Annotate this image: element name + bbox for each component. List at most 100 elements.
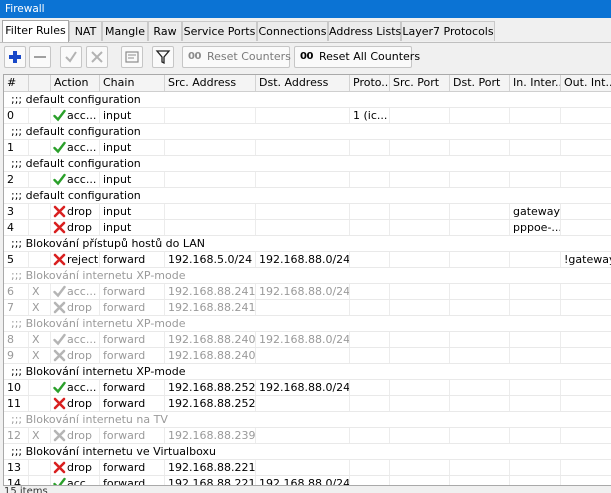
table-row[interactable]: 3 drop input gateway — [4, 204, 611, 220]
col-out-interface[interactable]: Out. Int... — [561, 75, 611, 91]
table-row[interactable]: 7 Xdrop forward 192.168.88.241 — [4, 300, 611, 316]
cell-action: drop — [51, 300, 100, 315]
cell-protocol — [350, 140, 390, 155]
col-src-port[interactable]: Src. Port — [390, 75, 450, 91]
cell-protocol — [350, 332, 390, 347]
reset-all-counters-button[interactable]: 00 Reset All Counters — [294, 46, 420, 68]
tab-nat[interactable]: NAT — [69, 21, 102, 41]
cell-src-port — [390, 220, 450, 235]
col-number[interactable]: # — [4, 75, 29, 91]
table-row[interactable]: 13 drop forward 192.168.88.221 — [4, 460, 611, 476]
drop-x-icon — [53, 301, 66, 314]
comment-row[interactable]: ;;; Blokování internetu na TV — [4, 412, 611, 428]
rule-comment: ;;; Blokování internetu XP-mode — [11, 317, 186, 330]
comment-row[interactable]: ;;; Blokování internetu XP-mode — [4, 364, 611, 380]
tab-mangle[interactable]: Mangle — [102, 21, 148, 41]
cell-out-interface — [561, 428, 611, 443]
cell-protocol — [350, 204, 390, 219]
cell-dst-port — [450, 108, 510, 123]
counter-reset-icon: 00 — [188, 51, 201, 62]
comment-row[interactable]: ;;; default configuration — [4, 156, 611, 172]
filter-button[interactable] — [152, 46, 174, 68]
cell-flag — [29, 108, 51, 123]
col-chain[interactable]: Chain — [100, 75, 165, 91]
cell-dst-port — [450, 332, 510, 347]
x-icon — [91, 51, 103, 63]
drop-x-icon — [53, 349, 66, 362]
table-row[interactable]: 6 Xacc... forward 192.168.88.241 192.168.88.… — [4, 284, 611, 300]
cell-src-port — [390, 284, 450, 299]
tab-filter-rules[interactable]: Filter Rules — [2, 20, 69, 42]
disable-button[interactable] — [86, 46, 108, 68]
cell-number: 12 — [4, 428, 29, 443]
comment-row[interactable]: ;;; default configuration — [4, 124, 611, 140]
cell-action: acc... — [51, 332, 100, 347]
cell-src-address: 192.168.88.252 — [165, 396, 256, 411]
cell-flag — [29, 380, 51, 395]
table-row[interactable]: 4 drop input pppoe-... — [4, 220, 611, 236]
rule-comment: ;;; default configuration — [11, 157, 141, 170]
tab-connections[interactable]: Connections — [257, 21, 328, 41]
cell-dst-address — [256, 428, 350, 443]
comment-row[interactable]: ;;; Blokování internetu XP-mode — [4, 316, 611, 332]
cell-src-port — [390, 300, 450, 315]
drop-x-icon — [53, 253, 66, 266]
tab-address-lists[interactable]: Address Lists — [328, 21, 401, 41]
drop-x-icon — [53, 461, 66, 474]
table-row[interactable]: 5 reject forward 192.168.5.0/24 192.168.88.0… — [4, 252, 611, 268]
cell-flag — [29, 220, 51, 235]
comment-row[interactable]: ;;; default configuration — [4, 92, 611, 108]
col-flags[interactable] — [29, 75, 51, 91]
enable-button[interactable] — [60, 46, 82, 68]
cell-dst-port — [450, 204, 510, 219]
remove-button[interactable] — [29, 46, 51, 68]
cell-dst-port — [450, 140, 510, 155]
col-action[interactable]: Action — [51, 75, 100, 91]
reset-counters-button[interactable]: 00 Reset Counters — [182, 46, 291, 68]
tab-service-ports[interactable]: Service Ports — [182, 21, 257, 41]
cell-src-port — [390, 428, 450, 443]
table-row[interactable]: 0 acc... input 1 (ic... — [4, 108, 611, 124]
cell-chain: forward — [100, 332, 165, 347]
cell-number: 9 — [4, 348, 29, 363]
cell-in-interface — [510, 172, 561, 187]
plus-icon — [9, 51, 21, 63]
cell-number: 10 — [4, 380, 29, 395]
cell-number: 3 — [4, 204, 29, 219]
table-row[interactable]: 10 acc... forward 192.168.88.252 192.168.88.… — [4, 380, 611, 396]
rule-comment: ;;; Blokování internetu ve Virtualboxu — [11, 445, 216, 458]
col-protocol[interactable]: Proto... — [350, 75, 390, 91]
table-row[interactable]: 11 drop forward 192.168.88.252 — [4, 396, 611, 412]
table-row[interactable]: 8 Xacc... forward 192.168.88.240 192.168.88.… — [4, 332, 611, 348]
table-row[interactable]: 2 acc... input — [4, 172, 611, 188]
cell-src-address: 192.168.88.241 — [165, 284, 256, 299]
table-row[interactable]: 1 acc... input — [4, 140, 611, 156]
comment-row[interactable]: ;;; default configuration — [4, 188, 611, 204]
action-label: drop — [67, 461, 92, 474]
cell-dst-address — [256, 108, 350, 123]
table-row[interactable]: 12 Xdrop forward 192.168.88.239 — [4, 428, 611, 444]
col-src-address[interactable]: Src. Address — [165, 75, 256, 91]
tab-layer7-protocols[interactable]: Layer7 Protocols — [401, 21, 495, 41]
tab-raw[interactable]: Raw — [148, 21, 182, 41]
cell-number: 2 — [4, 172, 29, 187]
table-row[interactable]: 9 Xdrop forward 192.168.88.240 — [4, 348, 611, 364]
cell-in-interface — [510, 460, 561, 475]
comment-row[interactable]: ;;; Blokování internetu ve Virtualboxu — [4, 444, 611, 460]
comment-row[interactable]: ;;; Blokování přístupů hostů do LAN — [4, 236, 611, 252]
rule-comment: ;;; Blokování přístupů hostů do LAN — [11, 237, 206, 250]
comment-button[interactable] — [121, 46, 143, 68]
col-dst-port[interactable]: Dst. Port — [450, 75, 510, 91]
action-label: drop — [67, 301, 92, 314]
cell-out-interface — [561, 332, 611, 347]
cell-src-port — [390, 348, 450, 363]
cell-out-interface — [561, 204, 611, 219]
comment-row[interactable]: ;;; Blokování internetu XP-mode — [4, 268, 611, 284]
col-in-interface[interactable]: In. Inter... — [510, 75, 561, 91]
accept-check-icon — [53, 141, 66, 154]
cell-chain: forward — [100, 300, 165, 315]
rule-comment: ;;; default configuration — [11, 189, 141, 202]
action-label: reject — [67, 253, 99, 266]
add-button[interactable] — [4, 46, 26, 68]
col-dst-address[interactable]: Dst. Address — [256, 75, 350, 91]
